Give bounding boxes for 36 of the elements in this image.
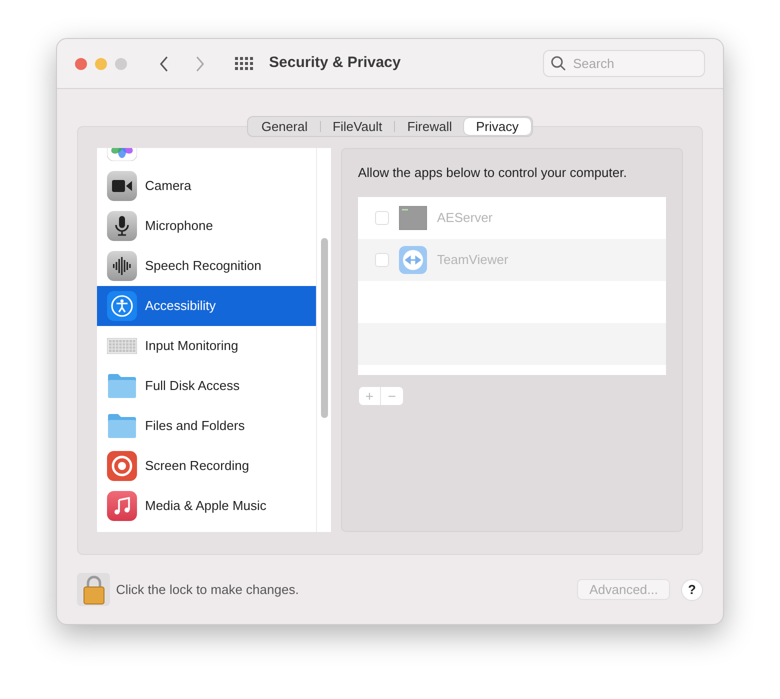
sidebar-item[interactable]: Accessibility — [97, 286, 316, 326]
zoom-button[interactable] — [115, 58, 127, 70]
tab[interactable]: FileVault — [320, 118, 394, 135]
padlock-icon[interactable] — [77, 573, 110, 606]
window-title: Security & Privacy — [269, 53, 401, 74]
grid-icon[interactable] — [235, 56, 253, 70]
folder-icon — [107, 373, 137, 399]
sidebar-item[interactable]: Files and Folders — [97, 406, 316, 446]
forward-icon[interactable] — [195, 56, 205, 72]
sidebar-item[interactable]: Media & Apple Music — [97, 486, 316, 526]
description-text: Allow the apps below to control your computer. — [358, 164, 628, 182]
search-field[interactable]: Search — [543, 50, 705, 77]
record-icon — [107, 451, 137, 481]
camera-icon — [107, 171, 137, 201]
sidebar-item[interactable]: Microphone — [97, 206, 316, 246]
help-button[interactable]: ? — [681, 578, 703, 600]
sidebar-item[interactable]: Camera — [97, 166, 316, 206]
sidebar-item[interactable]: Input Monitoring — [97, 326, 316, 366]
minimize-button[interactable] — [95, 58, 107, 70]
sidebar-item[interactable]: Full Disk Access — [97, 366, 316, 406]
music-note-icon — [107, 491, 137, 521]
tab[interactable]: General — [249, 118, 320, 135]
close-button[interactable] — [75, 58, 87, 70]
tab[interactable]: Privacy — [464, 118, 531, 135]
sidebar-item[interactable]: Screen Recording — [97, 446, 316, 486]
back-icon[interactable] — [159, 56, 169, 72]
terminal-icon — [399, 206, 427, 230]
keyboard-icon — [107, 338, 137, 354]
lock-hint: Click the lock to make changes. — [116, 580, 299, 599]
search-icon — [551, 56, 566, 71]
sidebar-item[interactable]: Speech Recognition — [97, 246, 316, 286]
folder-icon — [107, 413, 137, 439]
microphone-icon — [107, 211, 137, 241]
tab[interactable]: Firewall — [395, 118, 464, 135]
waveform-icon — [107, 251, 137, 281]
accessibility-icon — [107, 291, 137, 321]
